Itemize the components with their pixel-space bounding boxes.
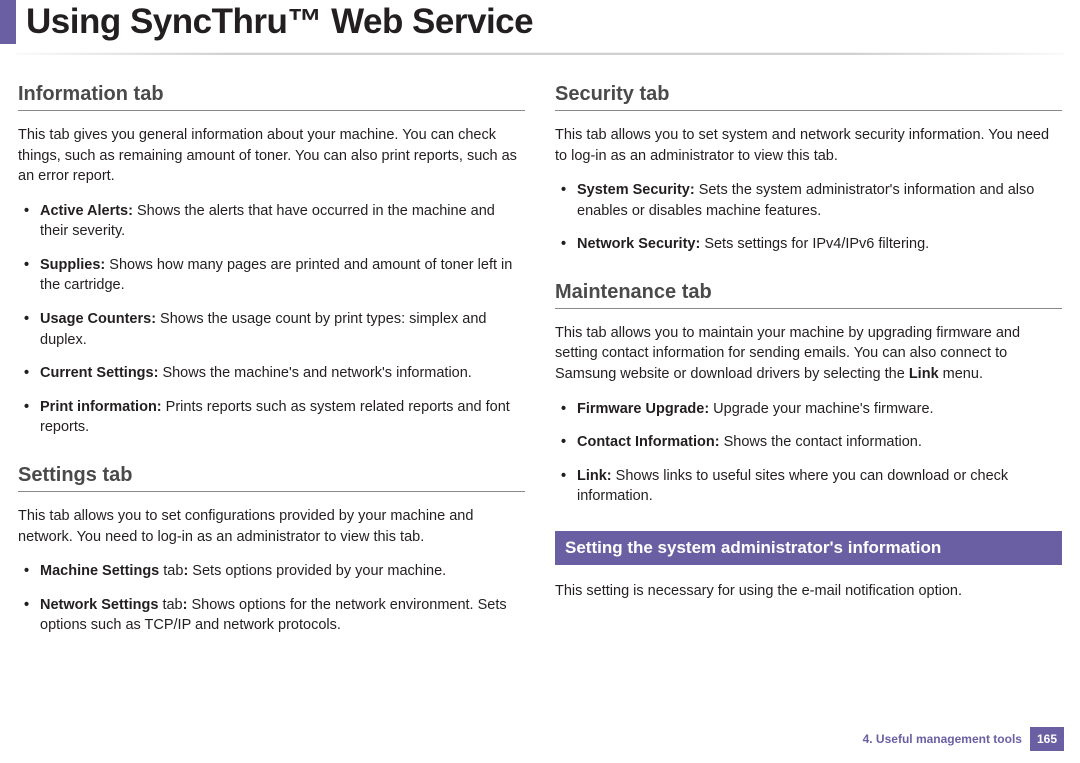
intro-post: menu.	[939, 366, 983, 382]
term: Link:	[577, 468, 612, 484]
desc: Shows the contact information.	[720, 434, 922, 450]
info-list: Active Alerts: Shows the alerts that hav…	[18, 201, 525, 438]
term: Print information:	[40, 399, 162, 415]
list-item: Firmware Upgrade: Upgrade your machine's…	[555, 399, 1062, 420]
list-item: Usage Counters: Shows the usage count by…	[18, 309, 525, 350]
suffix: tab	[158, 597, 182, 613]
settings-intro: This tab allows you to set configuration…	[18, 506, 525, 547]
list-item: Machine Settings tab: Sets options provi…	[18, 561, 525, 582]
security-intro: This tab allows you to set system and ne…	[555, 125, 1062, 166]
suffix: tab	[159, 563, 183, 579]
term: Firmware Upgrade:	[577, 401, 709, 417]
term: Machine Settings	[40, 563, 159, 579]
list-item: Network Security: Sets settings for IPv4…	[555, 234, 1062, 255]
desc: Sets options provided by your machine.	[188, 563, 446, 579]
content-columns: Information tab This tab gives you gener…	[0, 55, 1080, 649]
term: Usage Counters:	[40, 311, 156, 327]
heading-security-tab: Security tab	[555, 83, 1062, 111]
list-item: System Security: Sets the system adminis…	[555, 180, 1062, 221]
callout-admin-info: Setting the system administrator's infor…	[555, 531, 1062, 565]
admin-text: This setting is necessary for using the …	[555, 581, 1062, 602]
list-item: Supplies: Shows how many pages are print…	[18, 255, 525, 296]
desc: Shows links to useful sites where you ca…	[577, 468, 1008, 505]
list-item: Link: Shows links to useful sites where …	[555, 466, 1062, 507]
page-title-bar: Using SyncThru™ Web Service	[0, 0, 1080, 44]
desc: Upgrade your machine's firmware.	[709, 401, 933, 417]
security-list: System Security: Sets the system adminis…	[555, 180, 1062, 255]
maintenance-list: Firmware Upgrade: Upgrade your machine's…	[555, 399, 1062, 507]
term: Contact Information:	[577, 434, 720, 450]
list-item: Contact Information: Shows the contact i…	[555, 432, 1062, 453]
maintenance-intro: This tab allows you to maintain your mac…	[555, 323, 1062, 385]
settings-list: Machine Settings tab: Sets options provi…	[18, 561, 525, 636]
list-item: Active Alerts: Shows the alerts that hav…	[18, 201, 525, 242]
list-item: Network Settings tab: Shows options for …	[18, 595, 525, 636]
term: System Security:	[577, 182, 695, 198]
intro-link: Link	[909, 366, 939, 382]
page-title: Using SyncThru™ Web Service	[26, 2, 1080, 42]
heading-information-tab: Information tab	[18, 83, 525, 111]
term: Network Settings	[40, 597, 158, 613]
list-item: Print information: Prints reports such a…	[18, 397, 525, 438]
term: Active Alerts:	[40, 203, 133, 219]
desc: Shows the machine's and network's inform…	[158, 365, 471, 381]
info-intro: This tab gives you general information a…	[18, 125, 525, 187]
heading-maintenance-tab: Maintenance tab	[555, 281, 1062, 309]
page-footer: 4. Useful management tools 165	[855, 727, 1064, 751]
footer-chapter: 4. Useful management tools	[855, 727, 1030, 751]
left-column: Information tab This tab gives you gener…	[18, 81, 525, 649]
term: Supplies:	[40, 257, 105, 273]
term: Network Security:	[577, 236, 700, 252]
heading-settings-tab: Settings tab	[18, 464, 525, 492]
term: Current Settings:	[40, 365, 158, 381]
desc: Shows how many pages are printed and amo…	[40, 257, 512, 294]
list-item: Current Settings: Shows the machine's an…	[18, 363, 525, 384]
right-column: Security tab This tab allows you to set …	[555, 81, 1062, 649]
desc: Sets settings for IPv4/IPv6 filtering.	[700, 236, 929, 252]
footer-page-number: 165	[1030, 727, 1064, 751]
